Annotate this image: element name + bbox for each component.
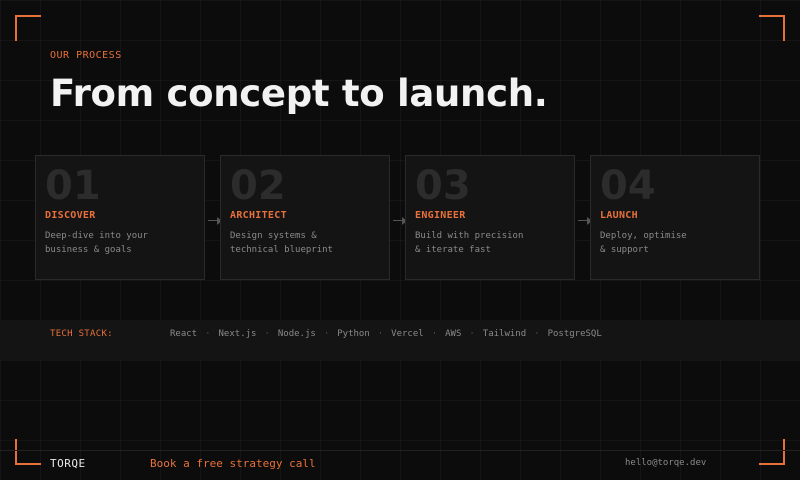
book-strategy-call-link[interactable]: Book a free strategy call — [150, 457, 316, 470]
contact-email-link[interactable]: hello@torqe.dev — [625, 458, 706, 468]
step-description-line: Deploy, optimise — [600, 231, 687, 241]
tech-stack-item: AWS — [445, 329, 462, 339]
section-eyebrow: OUR PROCESS — [50, 50, 122, 61]
step-description-line: Build with precision — [415, 231, 524, 241]
tech-stack-item: Vercel — [391, 329, 424, 339]
page-title: From concept to launch. — [50, 72, 548, 115]
separator-dot: · — [205, 329, 211, 339]
step-description-line: & iterate fast — [415, 245, 491, 255]
step-title: LAUNCH — [600, 210, 638, 221]
step-description-line: Design systems & — [230, 231, 317, 241]
step-title: DISCOVER — [45, 210, 96, 221]
process-step-launch: 04 LAUNCH Deploy, optimise & support — [590, 155, 760, 280]
tech-stack-item: Python — [337, 329, 370, 339]
step-number: 01 — [45, 163, 101, 209]
tech-stack-label: TECH STACK: — [50, 329, 113, 339]
separator-dot: · — [377, 329, 384, 339]
process-step-engineer: 03 ENGINEER Build with precision & itera… — [405, 155, 575, 280]
step-description-line: Deep-dive into your — [45, 231, 148, 241]
step-description: Design systems & technical blueprint — [230, 229, 380, 257]
separator-dot: · — [469, 329, 475, 339]
brand-logo[interactable]: TORQE — [50, 457, 86, 470]
tech-stack-item: React — [170, 329, 198, 339]
step-description-line: business & goals — [45, 245, 132, 255]
corner-bracket-bottom-right — [759, 439, 785, 465]
tech-stack-item: PostgreSQL — [547, 329, 602, 339]
tech-stack-list: React · Next.js · Node.js · Python · Vercel · AWS ·… — [170, 329, 602, 339]
corner-bracket-bottom-left — [15, 439, 41, 465]
step-number: 03 — [415, 163, 471, 209]
tech-stack-bar — [0, 320, 800, 360]
separator-dot: · — [534, 329, 540, 339]
step-description-line: technical blueprint — [230, 245, 333, 255]
process-step-architect: 02 ARCHITECT Design systems & technical … — [220, 155, 390, 280]
step-description: Deploy, optimise & support — [600, 229, 750, 257]
process-step-discover: 01 DISCOVER Deep-dive into your business… — [35, 155, 205, 280]
step-description-line: & support — [600, 245, 649, 255]
step-title: ENGINEER — [415, 210, 466, 221]
step-description: Build with precision & iterate fast — [415, 229, 565, 257]
step-description: Deep-dive into your business & goals — [45, 229, 195, 257]
separator-dot: · — [431, 329, 438, 339]
tech-stack-item: Tailwind — [482, 329, 527, 339]
separator-dot: · — [264, 329, 270, 339]
footer-divider — [0, 450, 800, 451]
corner-bracket-top-left — [15, 15, 41, 41]
step-number: 02 — [230, 163, 286, 209]
tech-stack-item: Next.js — [218, 329, 257, 339]
step-title: ARCHITECT — [230, 210, 287, 221]
step-number: 04 — [600, 163, 656, 209]
corner-bracket-top-right — [759, 15, 785, 41]
tech-stack-item: Node.js — [277, 329, 316, 339]
separator-dot: · — [323, 329, 330, 339]
